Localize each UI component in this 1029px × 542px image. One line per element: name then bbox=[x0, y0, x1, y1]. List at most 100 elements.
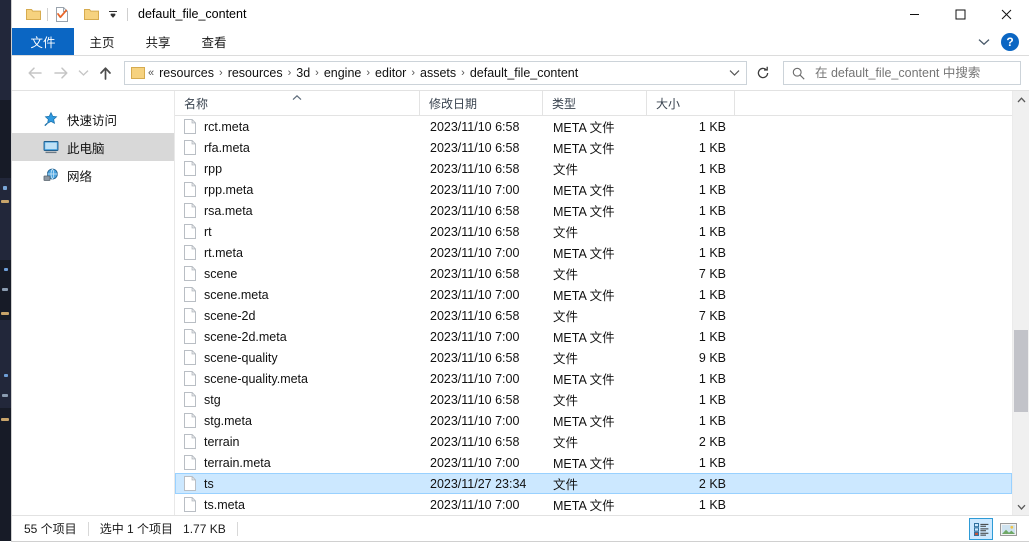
column-header-date-modified[interactable]: 修改日期 bbox=[420, 91, 543, 115]
file-name-label: rfa.meta bbox=[204, 141, 250, 155]
file-icon bbox=[184, 287, 196, 302]
table-row[interactable]: terrain.meta2023/11/10 7:00META 文件1 KB bbox=[175, 452, 1012, 473]
search-box[interactable] bbox=[783, 61, 1021, 85]
breadcrumb-item[interactable]: resources bbox=[224, 62, 287, 84]
file-icon bbox=[184, 203, 196, 218]
tab-view[interactable]: 查看 bbox=[186, 28, 242, 55]
chevron-down-icon[interactable] bbox=[973, 31, 995, 53]
file-icon bbox=[184, 287, 196, 302]
window-controls bbox=[891, 0, 1029, 28]
table-row[interactable]: rfa.meta2023/11/10 6:58META 文件1 KB bbox=[175, 137, 1012, 158]
help-icon[interactable]: ? bbox=[1001, 33, 1019, 51]
date-modified-cell: 2023/11/10 7:00 bbox=[421, 288, 544, 302]
bg-code-dot bbox=[3, 186, 7, 190]
table-row[interactable]: rpp2023/11/10 6:58文件1 KB bbox=[175, 158, 1012, 179]
table-row[interactable]: scene.meta2023/11/10 7:00META 文件1 KB bbox=[175, 284, 1012, 305]
column-header-name[interactable]: 名称 bbox=[175, 91, 420, 115]
file-icon bbox=[184, 140, 196, 155]
file-rows: rct.meta2023/11/10 6:58META 文件1 KB rfa.m… bbox=[175, 116, 1012, 515]
address-folder-icon bbox=[129, 67, 147, 79]
refresh-button[interactable] bbox=[749, 61, 777, 85]
file-name-cell: rpp bbox=[176, 161, 421, 176]
file-size-cell: 1 KB bbox=[648, 393, 736, 407]
file-size-cell: 1 KB bbox=[648, 225, 736, 239]
breadcrumb-prefix[interactable]: « bbox=[147, 62, 155, 84]
file-size-cell: 1 KB bbox=[648, 456, 736, 470]
forward-button[interactable] bbox=[48, 60, 74, 86]
file-name-cell: stg bbox=[176, 392, 421, 407]
recent-locations-button[interactable] bbox=[74, 60, 92, 86]
up-button[interactable] bbox=[92, 60, 118, 86]
table-row[interactable]: rct.meta2023/11/10 6:58META 文件1 KB bbox=[175, 116, 1012, 137]
scroll-down-icon[interactable] bbox=[1013, 498, 1029, 515]
scroll-up-icon[interactable] bbox=[1013, 91, 1029, 108]
address-dropdown-icon[interactable] bbox=[724, 62, 744, 84]
table-row[interactable]: ts2023/11/27 23:34文件2 KB bbox=[175, 473, 1012, 494]
file-icon bbox=[184, 392, 196, 407]
file-name-cell: rct.meta bbox=[176, 119, 421, 134]
table-row[interactable]: scene-quality2023/11/10 6:58文件9 KB bbox=[175, 347, 1012, 368]
file-icon bbox=[184, 497, 196, 512]
column-header-label: 大小 bbox=[656, 95, 680, 112]
file-icon bbox=[184, 413, 196, 428]
breadcrumb-item[interactable]: assets bbox=[416, 62, 460, 84]
details-view-button[interactable] bbox=[970, 519, 992, 539]
file-type-cell: META 文件 bbox=[544, 411, 648, 430]
close-button[interactable] bbox=[983, 0, 1029, 28]
file-icon bbox=[184, 182, 196, 197]
customize-dropdown-icon[interactable] bbox=[102, 3, 124, 25]
column-header-size[interactable]: 大小 bbox=[647, 91, 735, 115]
folder-icon[interactable] bbox=[22, 3, 44, 25]
file-icon bbox=[184, 476, 196, 491]
sidebar-item-this-pc[interactable]: 此电脑 bbox=[12, 133, 174, 161]
table-row[interactable]: rt.meta2023/11/10 7:00META 文件1 KB bbox=[175, 242, 1012, 263]
tab-share[interactable]: 共享 bbox=[130, 28, 186, 55]
table-row[interactable]: stg.meta2023/11/10 7:00META 文件1 KB bbox=[175, 410, 1012, 431]
table-row[interactable]: scene-2d2023/11/10 6:58文件7 KB bbox=[175, 305, 1012, 326]
table-row[interactable]: terrain2023/11/10 6:58文件2 KB bbox=[175, 431, 1012, 452]
address-breadcrumb-box[interactable]: « resources › resources › 3d › engine › … bbox=[124, 61, 747, 85]
breadcrumb-item[interactable]: editor bbox=[371, 62, 410, 84]
large-icons-view-button[interactable] bbox=[997, 519, 1019, 539]
pin-star-icon bbox=[42, 111, 59, 128]
table-row[interactable]: rpp.meta2023/11/10 7:00META 文件1 KB bbox=[175, 179, 1012, 200]
tab-file[interactable]: 文件 bbox=[12, 28, 74, 55]
tab-home[interactable]: 主页 bbox=[74, 28, 130, 55]
search-input[interactable] bbox=[813, 65, 1020, 81]
table-row[interactable]: ts.meta2023/11/10 7:00META 文件1 KB bbox=[175, 494, 1012, 515]
scrollbar-track[interactable] bbox=[1013, 108, 1029, 498]
table-row[interactable]: rsa.meta2023/11/10 6:58META 文件1 KB bbox=[175, 200, 1012, 221]
file-name-label: terrain bbox=[204, 435, 239, 449]
properties-icon[interactable] bbox=[51, 3, 73, 25]
new-folder-icon[interactable] bbox=[80, 3, 102, 25]
breadcrumb-item[interactable]: engine bbox=[320, 62, 366, 84]
vertical-scrollbar[interactable] bbox=[1012, 91, 1029, 515]
file-icon bbox=[184, 329, 196, 344]
table-row[interactable]: scene-2d.meta2023/11/10 7:00META 文件1 KB bbox=[175, 326, 1012, 347]
column-header-type[interactable]: 类型 bbox=[543, 91, 647, 115]
sort-ascending-icon bbox=[291, 90, 303, 104]
maximize-button[interactable] bbox=[937, 0, 983, 28]
file-name-cell: rt.meta bbox=[176, 245, 421, 260]
file-icon bbox=[184, 308, 196, 323]
back-button[interactable] bbox=[22, 60, 48, 86]
file-name-cell: scene.meta bbox=[176, 287, 421, 302]
scrollbar-thumb[interactable] bbox=[1014, 330, 1028, 412]
breadcrumb-item-current[interactable]: default_file_content bbox=[466, 62, 582, 84]
file-type-cell: 文件 bbox=[544, 159, 648, 178]
file-name-label: scene bbox=[204, 267, 237, 281]
table-row[interactable]: scene2023/11/10 6:58文件7 KB bbox=[175, 263, 1012, 284]
sidebar-item-quick-access[interactable]: 快速访问 bbox=[12, 105, 174, 133]
bg-code-dot bbox=[4, 374, 8, 377]
breadcrumb-item[interactable]: resources bbox=[155, 62, 218, 84]
date-modified-cell: 2023/11/10 6:58 bbox=[421, 309, 544, 323]
file-icon bbox=[184, 266, 196, 281]
sidebar-item-network[interactable]: 网络 bbox=[12, 161, 174, 189]
table-row[interactable]: scene-quality.meta2023/11/10 7:00META 文件… bbox=[175, 368, 1012, 389]
minimize-button[interactable] bbox=[891, 0, 937, 28]
file-icon bbox=[184, 434, 196, 449]
date-modified-cell: 2023/11/27 23:34 bbox=[421, 477, 544, 491]
table-row[interactable]: rt2023/11/10 6:58文件1 KB bbox=[175, 221, 1012, 242]
breadcrumb-item[interactable]: 3d bbox=[292, 62, 314, 84]
table-row[interactable]: stg2023/11/10 6:58文件1 KB bbox=[175, 389, 1012, 410]
